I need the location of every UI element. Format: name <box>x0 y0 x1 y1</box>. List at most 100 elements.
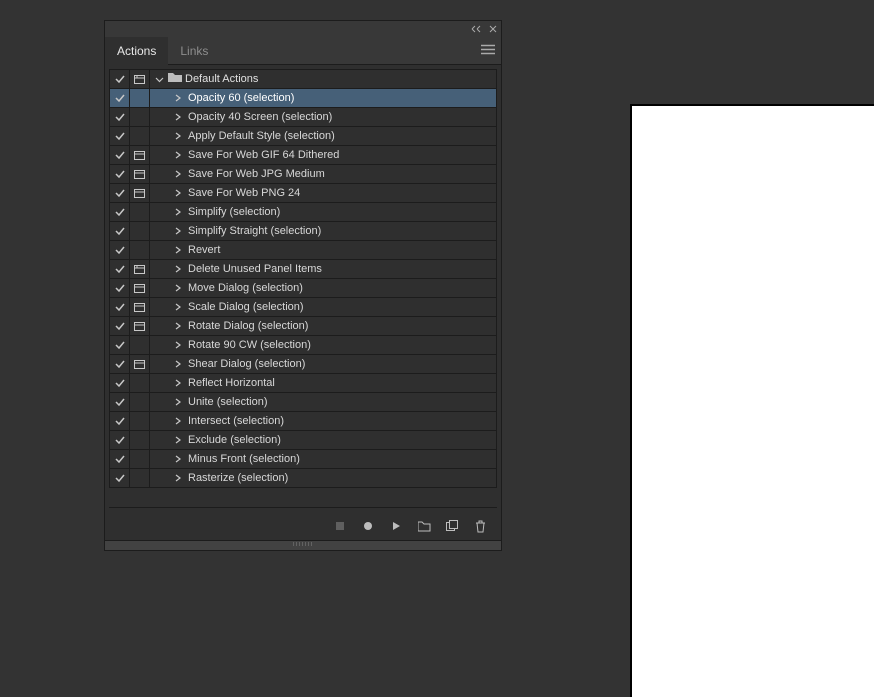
document-canvas[interactable] <box>630 104 874 697</box>
tab-links[interactable]: Links <box>168 37 220 64</box>
toggle-dialog[interactable] <box>130 317 150 335</box>
chevron-right-icon[interactable] <box>170 113 186 121</box>
action-row[interactable]: Intersect (selection) <box>110 412 496 431</box>
collapse-icon[interactable] <box>471 25 483 33</box>
toggle-enable[interactable] <box>110 241 130 259</box>
chevron-right-icon[interactable] <box>170 151 186 159</box>
action-row[interactable]: Shear Dialog (selection) <box>110 355 496 374</box>
chevron-right-icon[interactable] <box>170 322 186 330</box>
action-row[interactable]: Rotate 90 CW (selection) <box>110 336 496 355</box>
action-row[interactable]: Opacity 60 (selection) <box>110 89 496 108</box>
action-set-row[interactable]: Default Actions <box>110 70 496 89</box>
toggle-enable[interactable] <box>110 469 130 487</box>
action-row[interactable]: Apply Default Style (selection) <box>110 127 496 146</box>
toggle-dialog[interactable] <box>130 469 150 487</box>
toggle-dialog[interactable] <box>130 89 150 107</box>
toggle-dialog[interactable] <box>130 165 150 183</box>
action-row[interactable]: Rasterize (selection) <box>110 469 496 488</box>
toggle-dialog[interactable] <box>130 374 150 392</box>
toggle-enable[interactable] <box>110 393 130 411</box>
action-row[interactable]: Reflect Horizontal <box>110 374 496 393</box>
toggle-dialog[interactable] <box>130 412 150 430</box>
toggle-dialog[interactable] <box>130 127 150 145</box>
chevron-right-icon[interactable] <box>170 227 186 235</box>
chevron-right-icon[interactable] <box>170 455 186 463</box>
toggle-dialog[interactable] <box>130 241 150 259</box>
toggle-dialog[interactable] <box>130 279 150 297</box>
toggle-dialog[interactable] <box>130 146 150 164</box>
chevron-right-icon[interactable] <box>170 379 186 387</box>
action-row[interactable]: Minus Front (selection) <box>110 450 496 469</box>
toggle-enable[interactable] <box>110 279 130 297</box>
chevron-right-icon[interactable] <box>170 246 186 254</box>
toggle-dialog[interactable] <box>130 450 150 468</box>
chevron-right-icon[interactable] <box>170 341 186 349</box>
chevron-right-icon[interactable] <box>170 284 186 292</box>
toggle-dialog[interactable] <box>130 108 150 126</box>
toggle-dialog[interactable] <box>130 355 150 373</box>
toggle-enable[interactable] <box>110 89 130 107</box>
toggle-enable[interactable] <box>110 355 130 373</box>
close-icon[interactable] <box>489 25 497 33</box>
toggle-dialog[interactable] <box>130 336 150 354</box>
toggle-dialog[interactable] <box>130 260 150 278</box>
action-row[interactable]: Revert <box>110 241 496 260</box>
resize-grip[interactable]: ııııııı <box>105 540 501 550</box>
action-row[interactable]: Simplify Straight (selection) <box>110 222 496 241</box>
chevron-right-icon[interactable] <box>170 398 186 406</box>
toggle-enable[interactable] <box>110 450 130 468</box>
toggle-dialog[interactable] <box>130 184 150 202</box>
toggle-enable[interactable] <box>110 336 130 354</box>
chevron-right-icon[interactable] <box>170 265 186 273</box>
chevron-right-icon[interactable] <box>170 170 186 178</box>
play-button[interactable] <box>389 519 403 533</box>
stop-button[interactable] <box>333 519 347 533</box>
toggle-enable[interactable] <box>110 70 130 88</box>
new-set-button[interactable] <box>417 519 431 533</box>
toggle-enable[interactable] <box>110 184 130 202</box>
toggle-dialog[interactable] <box>130 298 150 316</box>
action-row[interactable]: Save For Web GIF 64 Dithered <box>110 146 496 165</box>
new-action-button[interactable] <box>445 519 459 533</box>
action-row[interactable]: Scale Dialog (selection) <box>110 298 496 317</box>
toggle-enable[interactable] <box>110 317 130 335</box>
toggle-enable[interactable] <box>110 260 130 278</box>
toggle-enable[interactable] <box>110 412 130 430</box>
action-row[interactable]: Opacity 40 Screen (selection) <box>110 108 496 127</box>
action-row[interactable]: Delete Unused Panel Items <box>110 260 496 279</box>
chevron-down-icon[interactable] <box>150 75 168 84</box>
chevron-right-icon[interactable] <box>170 360 186 368</box>
chevron-right-icon[interactable] <box>170 132 186 140</box>
toggle-enable[interactable] <box>110 431 130 449</box>
action-row[interactable]: Unite (selection) <box>110 393 496 412</box>
toggle-enable[interactable] <box>110 222 130 240</box>
toggle-enable[interactable] <box>110 108 130 126</box>
chevron-right-icon[interactable] <box>170 436 186 444</box>
toggle-dialog[interactable] <box>130 203 150 221</box>
toggle-dialog[interactable] <box>130 393 150 411</box>
chevron-right-icon[interactable] <box>170 208 186 216</box>
toggle-dialog[interactable] <box>130 222 150 240</box>
chevron-right-icon[interactable] <box>170 474 186 482</box>
toggle-dialog[interactable] <box>130 70 150 88</box>
toggle-enable[interactable] <box>110 203 130 221</box>
toggle-enable[interactable] <box>110 165 130 183</box>
toggle-enable[interactable] <box>110 146 130 164</box>
delete-button[interactable] <box>473 519 487 533</box>
action-row[interactable]: Rotate Dialog (selection) <box>110 317 496 336</box>
toggle-enable[interactable] <box>110 127 130 145</box>
panel-menu-icon[interactable] <box>481 44 495 57</box>
chevron-right-icon[interactable] <box>170 303 186 311</box>
action-row[interactable]: Move Dialog (selection) <box>110 279 496 298</box>
record-button[interactable] <box>361 519 375 533</box>
tab-actions[interactable]: Actions <box>105 37 168 65</box>
toggle-enable[interactable] <box>110 298 130 316</box>
toggle-dialog[interactable] <box>130 431 150 449</box>
action-row[interactable]: Exclude (selection) <box>110 431 496 450</box>
toggle-enable[interactable] <box>110 374 130 392</box>
action-row[interactable]: Simplify (selection) <box>110 203 496 222</box>
chevron-right-icon[interactable] <box>170 417 186 425</box>
chevron-right-icon[interactable] <box>170 189 186 197</box>
action-row[interactable]: Save For Web JPG Medium <box>110 165 496 184</box>
action-row[interactable]: Save For Web PNG 24 <box>110 184 496 203</box>
